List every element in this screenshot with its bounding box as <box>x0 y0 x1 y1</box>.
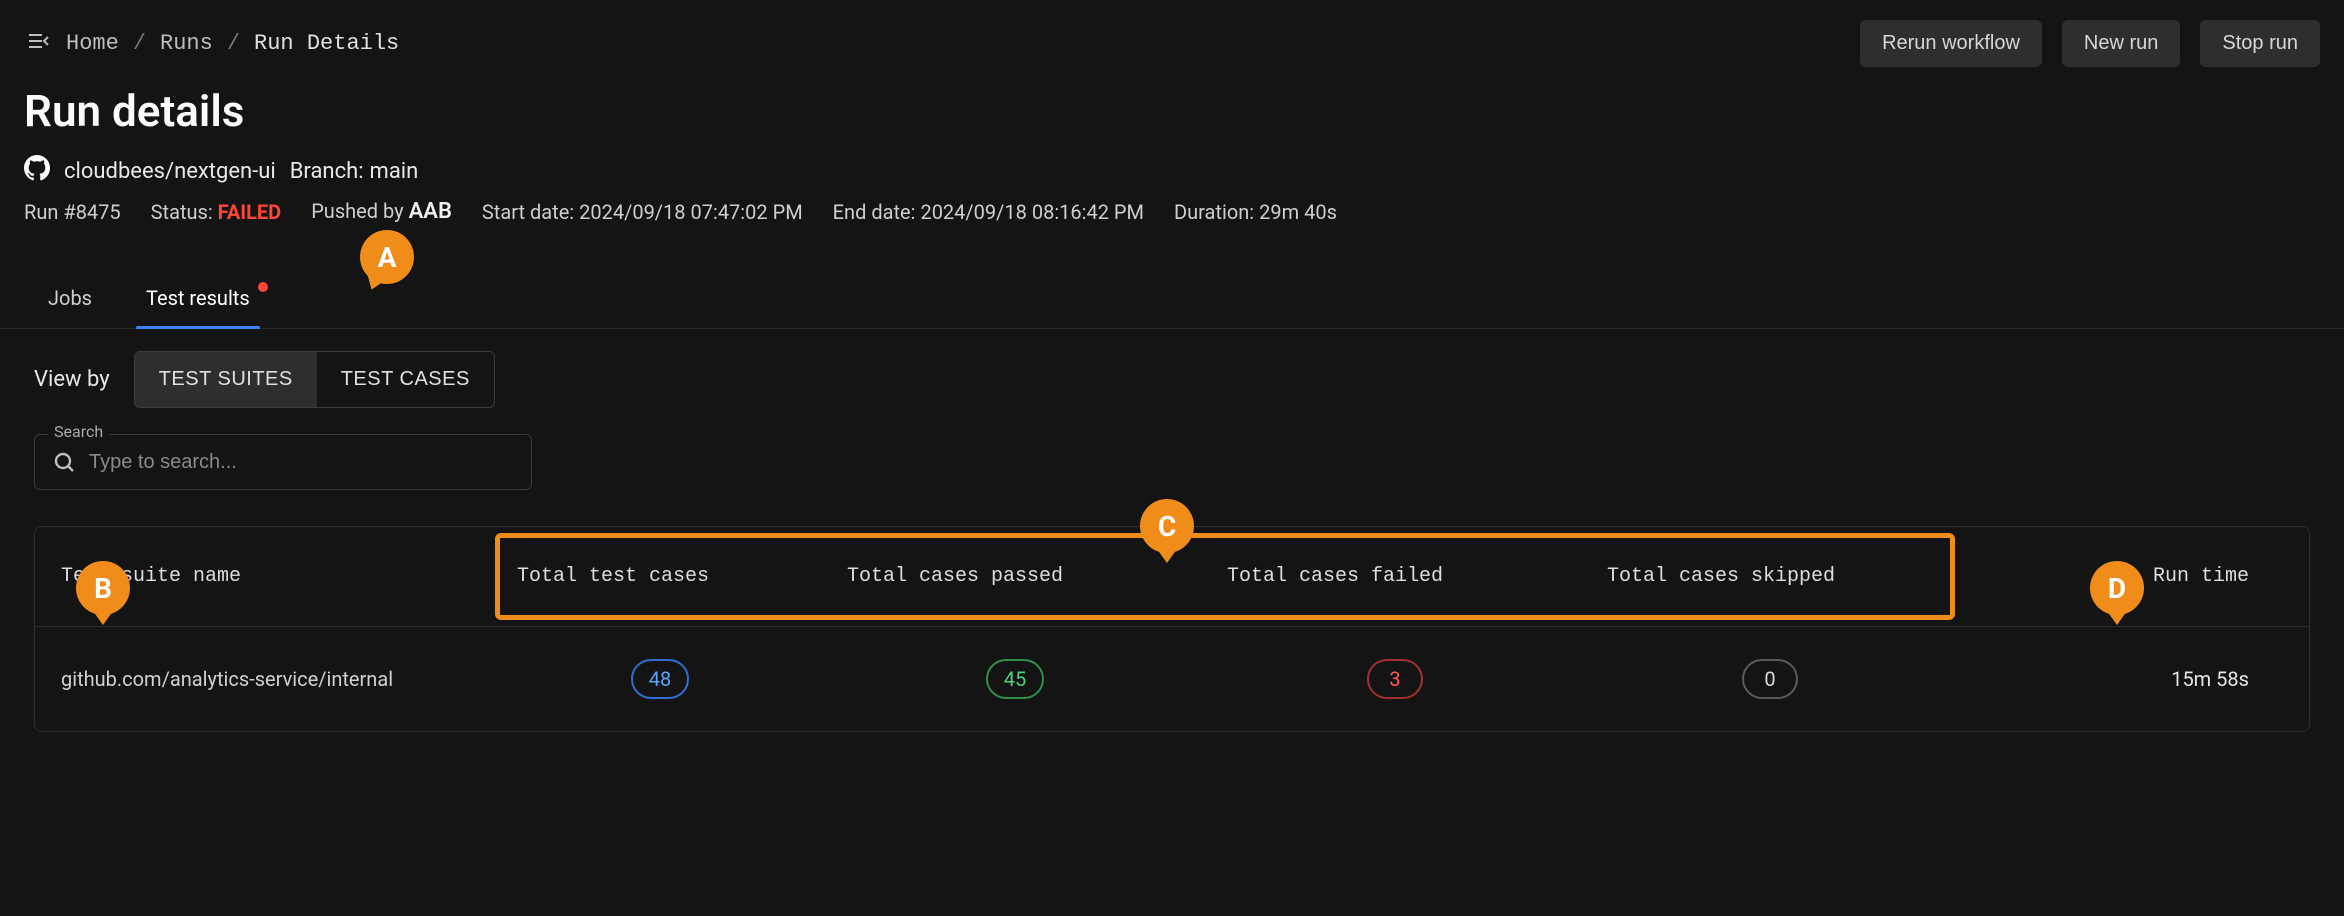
col-passed[interactable]: Total cases passed <box>825 565 1205 588</box>
cell-runtime: 15m 58s <box>1955 667 2309 691</box>
badge-dot-icon <box>258 282 268 292</box>
rerun-workflow-button[interactable]: Rerun workflow <box>1860 20 2042 67</box>
github-icon <box>24 155 50 187</box>
col-failed[interactable]: Total cases failed <box>1205 565 1585 588</box>
branch-name: main <box>370 159 419 184</box>
col-skipped[interactable]: Total cases skipped <box>1585 565 1955 588</box>
viewby-test-suites[interactable]: TEST SUITES <box>135 352 317 407</box>
status: Status: FAILED <box>151 200 282 224</box>
run-number: Run #8475 <box>24 200 121 224</box>
breadcrumb: Home / Runs / Run Details <box>24 29 399 58</box>
callout-c: C <box>1140 499 1194 553</box>
new-run-button[interactable]: New run <box>2062 20 2180 67</box>
table-row[interactable]: github.com/analytics-service/internal 48… <box>35 627 2309 731</box>
page-title: Run details <box>24 85 2320 137</box>
cell-failed: 3 <box>1367 659 1423 699</box>
search-input[interactable] <box>34 434 532 490</box>
status-value: FAILED <box>218 200 282 224</box>
cell-suite-name: github.com/analytics-service/internal <box>35 667 495 691</box>
repo-path[interactable]: cloudbees/nextgen-ui <box>64 159 276 184</box>
cell-total: 48 <box>631 659 689 699</box>
duration: Duration: 29m 40s <box>1174 200 1337 224</box>
cell-passed: 45 <box>986 659 1044 699</box>
breadcrumb-current: Run Details <box>254 31 399 56</box>
viewby-label: View by <box>34 367 110 392</box>
search-legend: Search <box>48 422 109 441</box>
tab-test-results[interactable]: Test results <box>136 272 260 328</box>
callout-a: A <box>360 230 414 284</box>
breadcrumb-sep: / <box>133 31 146 56</box>
viewby-segmented: TEST SUITES TEST CASES <box>134 351 495 408</box>
menu-collapse-icon[interactable] <box>24 29 52 58</box>
cell-skipped: 0 <box>1742 659 1798 699</box>
breadcrumb-home[interactable]: Home <box>66 31 119 56</box>
callout-d: D <box>2090 561 2144 615</box>
col-total[interactable]: Total test cases <box>495 565 825 588</box>
breadcrumb-sep: / <box>227 31 240 56</box>
branch-label: Branch: <box>290 159 364 184</box>
start-date: Start date: 2024/09/18 07:47:02 PM <box>482 200 803 224</box>
viewby-test-cases[interactable]: TEST CASES <box>317 352 494 407</box>
callout-b: B <box>76 561 130 615</box>
pushed-by: Pushed by AAB <box>311 199 452 224</box>
breadcrumb-runs[interactable]: Runs <box>160 31 213 56</box>
end-date: End date: 2024/09/18 08:16:42 PM <box>833 200 1144 224</box>
tab-jobs[interactable]: Jobs <box>38 272 102 328</box>
stop-run-button[interactable]: Stop run <box>2200 20 2320 67</box>
